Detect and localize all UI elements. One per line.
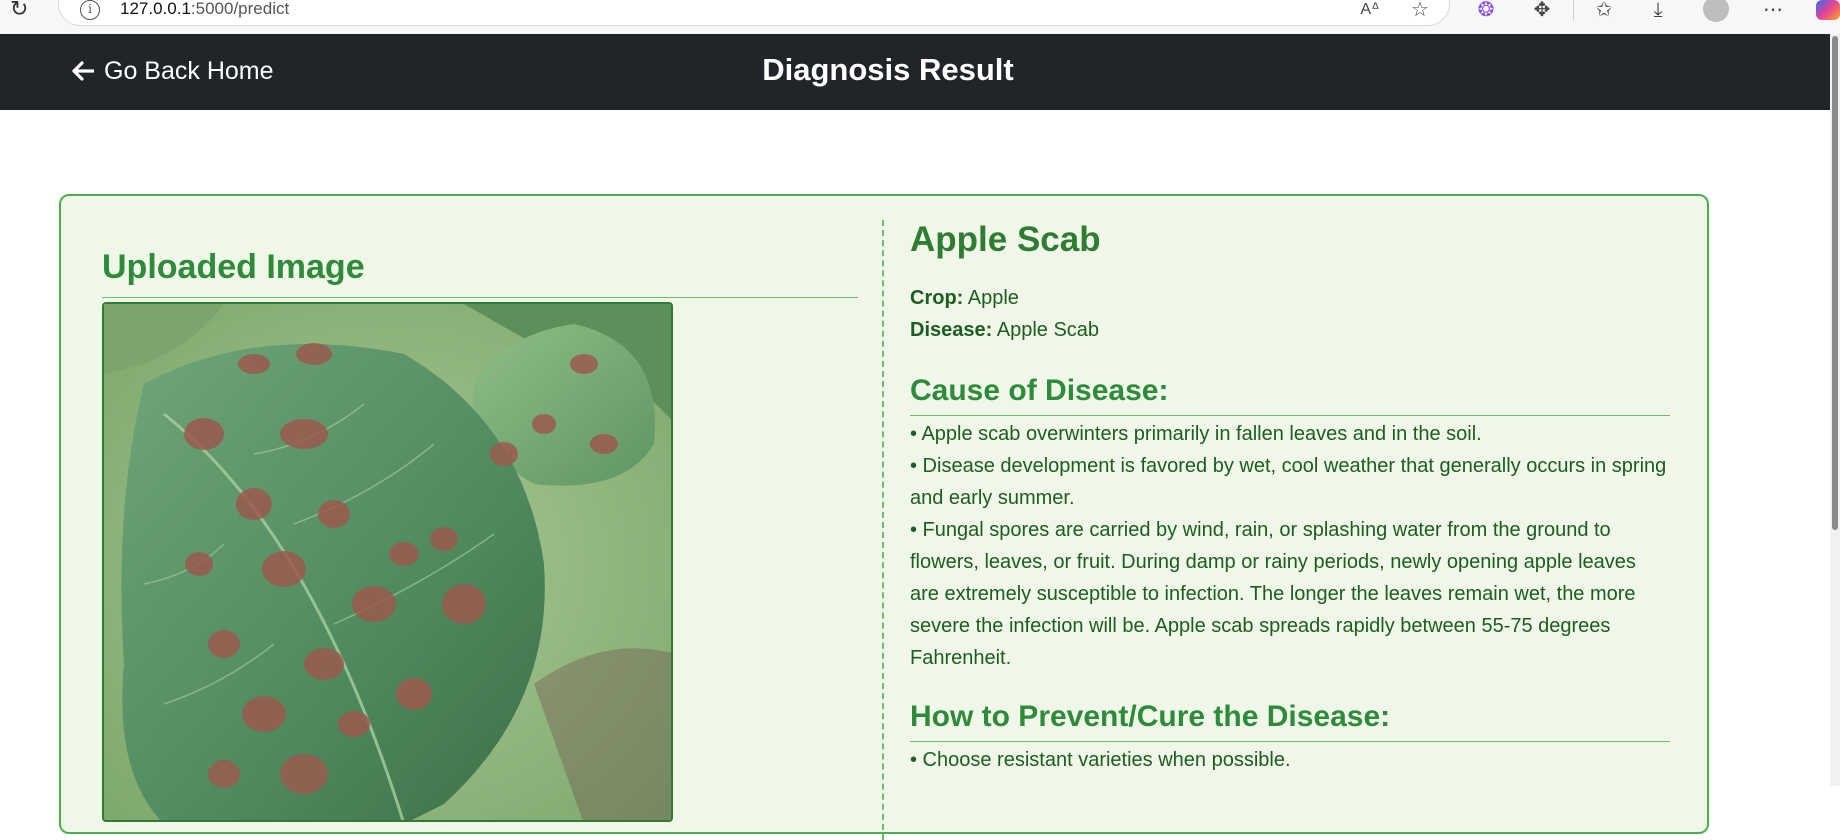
cause-item: • Apple scab overwinters primarily in fa…	[910, 423, 1482, 445]
url-path: :5000/predict	[190, 0, 290, 18]
uploaded-leaf-image	[102, 302, 673, 822]
cause-item: • Disease development is favored by wet,…	[910, 455, 1667, 509]
crop-row: Crop: Apple	[910, 282, 1670, 314]
extensions-icon[interactable]: ✥	[1528, 0, 1556, 24]
url-text[interactable]: 127.0.0.1:5000/predict	[120, 0, 289, 19]
copilot-icon[interactable]	[1816, 0, 1840, 20]
url-host: 127.0.0.1	[120, 0, 191, 18]
crop-value: Apple	[967, 287, 1019, 309]
apple-leaf-image	[104, 304, 671, 820]
more-menu-icon[interactable]: ⋯	[1759, 0, 1787, 24]
disease-title: Apple Scab	[910, 220, 1101, 259]
prevent-divider	[910, 741, 1670, 742]
disease-value: Apple Scab	[996, 319, 1100, 341]
uploaded-image-section: Uploaded Image	[102, 248, 858, 298]
favorites-icon[interactable]: ✩	[1590, 0, 1618, 24]
site-info-icon[interactable]: i	[80, 0, 100, 20]
prevent-item: • Choose resistant varieties when possib…	[910, 749, 1291, 771]
cause-heading: Cause of Disease:	[910, 374, 1169, 407]
uploaded-image-title: Uploaded Image	[102, 248, 365, 286]
downloads-icon[interactable]: ⤓	[1644, 0, 1672, 24]
crop-disease-meta: Crop: Apple Disease: Apple Scab	[910, 282, 1670, 346]
cause-divider	[910, 415, 1670, 416]
crop-label: Crop:	[910, 287, 964, 309]
scrollbar-thumb[interactable]	[1832, 36, 1838, 530]
app-header: Go Back Home Diagnosis Result	[0, 34, 1830, 110]
browser-toolbar: ↻ i 127.0.0.1:5000/predict Aᐞ ☆ ❂ ✥ ✩ ⤓ …	[0, 0, 1840, 34]
read-aloud-icon[interactable]: Aᐞ	[1356, 0, 1384, 24]
disease-label: Disease:	[910, 319, 993, 341]
disease-row: Disease: Apple Scab	[910, 314, 1670, 346]
diagnosis-details: Apple Scab Crop: Apple Disease: Apple Sc…	[910, 220, 1670, 776]
toolbar-separator	[1573, 0, 1574, 20]
cause-item: • Fungal spores are carried by wind, rai…	[910, 519, 1636, 669]
diagnosis-card: Uploaded Image Apple Scab Crop: Apple Di…	[59, 194, 1709, 840]
favorite-star-icon[interactable]: ☆	[1406, 0, 1434, 24]
prevent-heading: How to Prevent/Cure the Disease:	[910, 700, 1391, 733]
page-title: Diagnosis Result	[762, 52, 1014, 87]
profile-avatar-icon[interactable]	[1703, 0, 1729, 22]
column-divider	[882, 220, 884, 840]
section-divider	[102, 297, 858, 298]
reload-icon[interactable]: ↻	[10, 0, 36, 22]
prevent-list: • Choose resistant varieties when possib…	[910, 744, 1670, 776]
cause-list: • Apple scab overwinters primarily in fa…	[910, 418, 1670, 674]
copilot-brain-icon[interactable]: ❂	[1472, 0, 1500, 24]
